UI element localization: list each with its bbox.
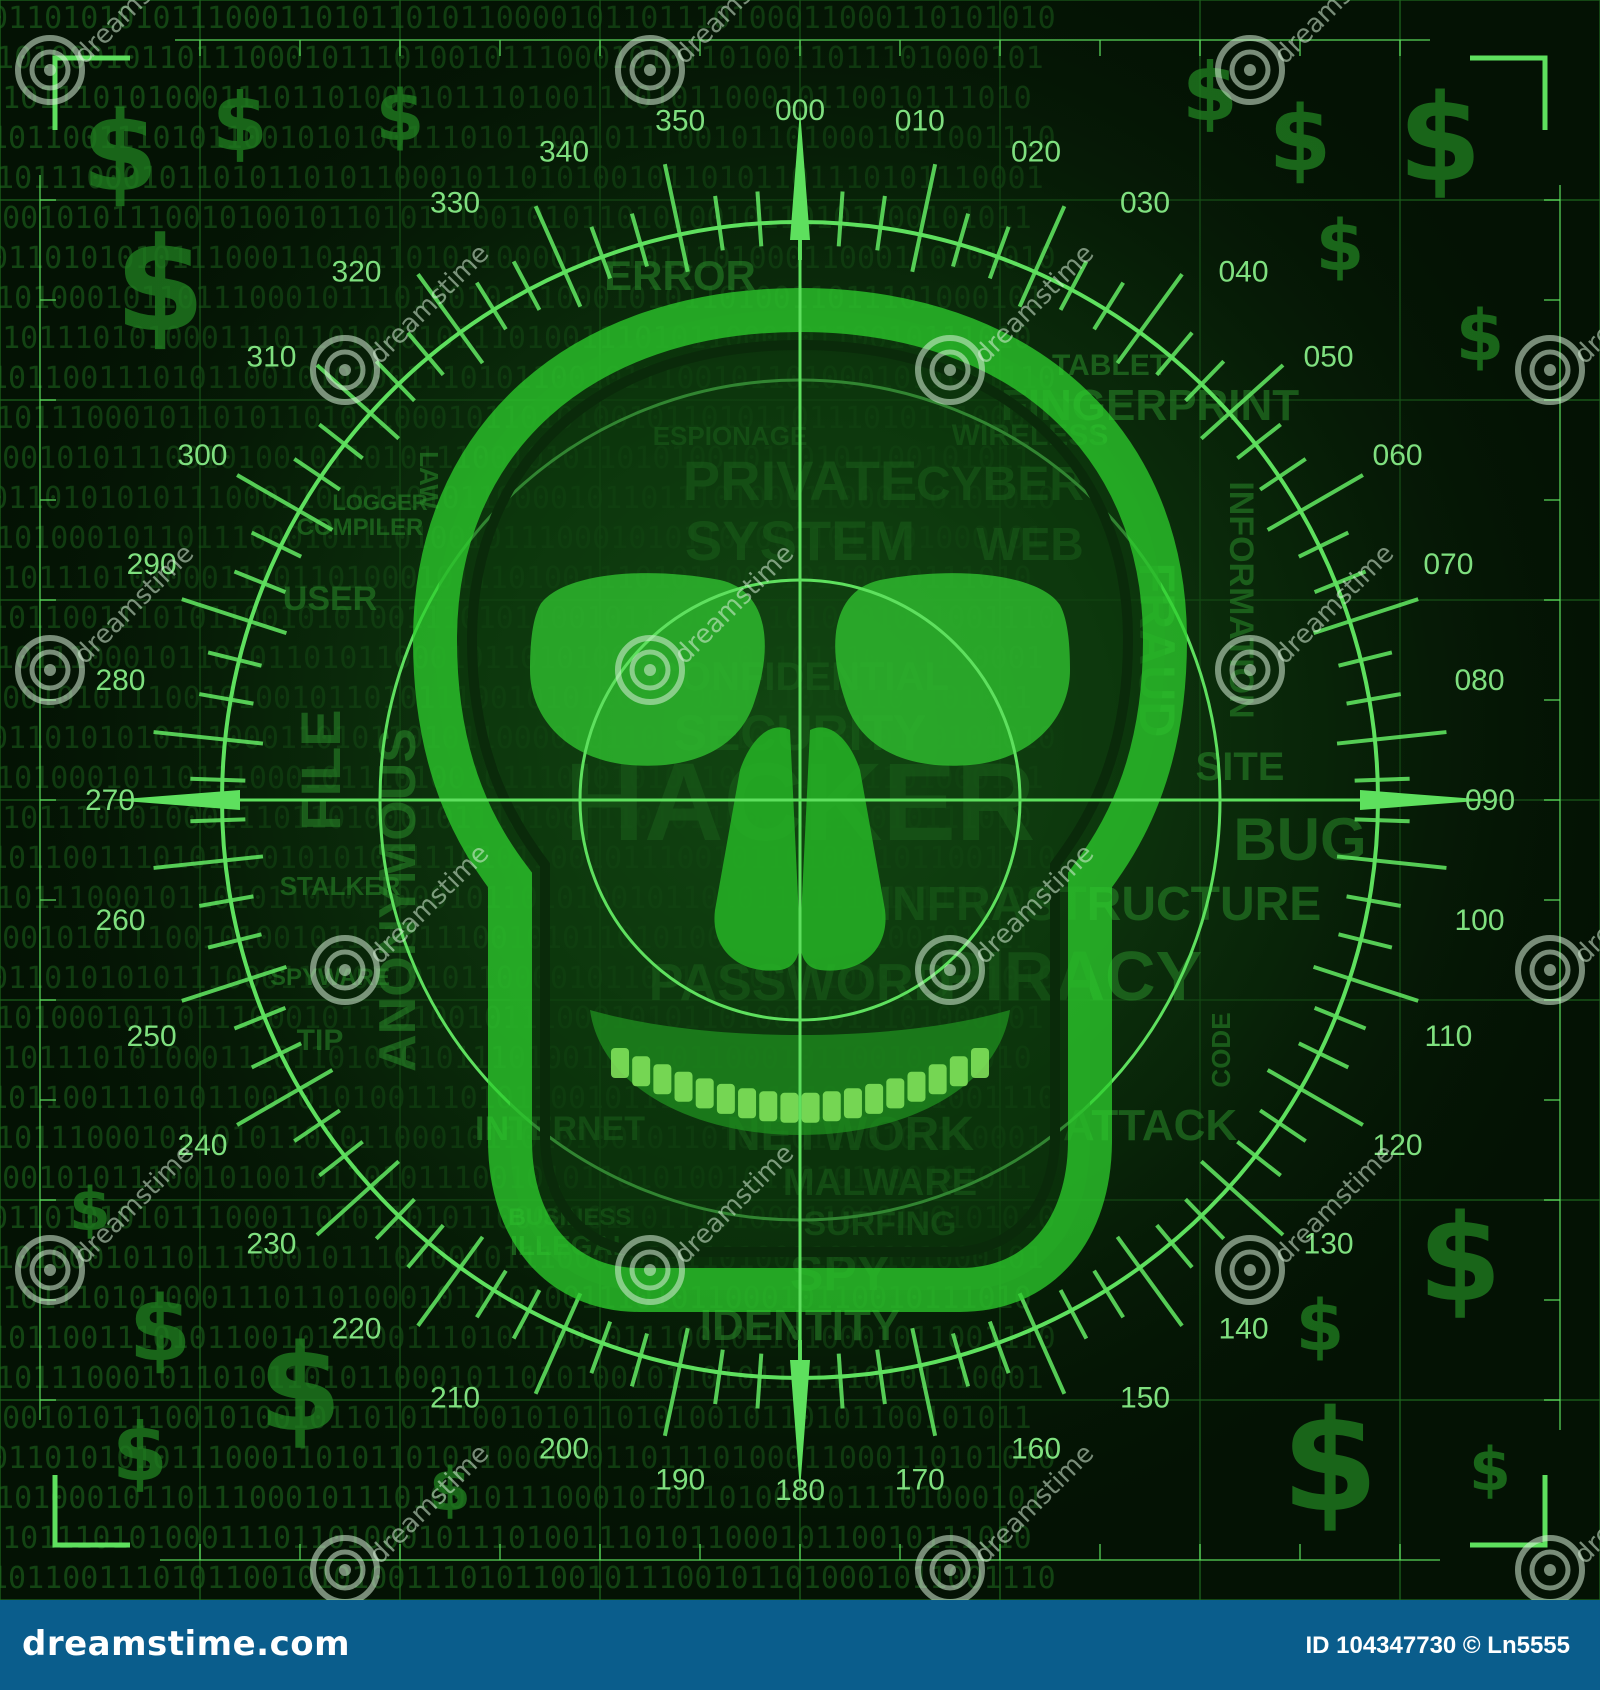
dollar-sign-icon: $: [376, 75, 425, 157]
radar-tick: [1354, 817, 1410, 824]
word-cloud-term: FILE: [289, 709, 352, 830]
bearing-label: 060: [1373, 439, 1423, 472]
skull-tooth: [822, 1091, 841, 1122]
image-id-credit: ID 104347730 © Ln5555: [1305, 1632, 1570, 1659]
radar-tick: [1354, 776, 1410, 783]
dollar-sign-icon: $: [112, 1406, 168, 1499]
radar-tick: [190, 817, 246, 824]
skull-tooth: [653, 1064, 672, 1095]
bearing-label: 040: [1218, 255, 1268, 288]
bearing-label: 010: [895, 104, 945, 137]
word-cloud-term: BUG: [1233, 806, 1366, 873]
bearing-label: 250: [127, 1020, 177, 1053]
bearing-label: 330: [430, 186, 480, 219]
dollar-sign-icon: $: [129, 1277, 192, 1382]
bearing-label: 200: [539, 1432, 589, 1465]
skull-tooth: [674, 1071, 693, 1102]
dollar-sign-icon: $: [1398, 70, 1482, 209]
footer-logo[interactable]: dreamstime.com: [22, 1624, 350, 1664]
bearing-label: 230: [246, 1228, 296, 1261]
bearing-label: 020: [1011, 136, 1061, 169]
bearing-label: 030: [1120, 186, 1170, 219]
skull-tooth: [801, 1092, 820, 1123]
skull-tooth: [865, 1083, 884, 1114]
skull-tooth: [949, 1056, 968, 1087]
bearing-label: 300: [177, 439, 227, 472]
bearing-label: 180: [775, 1474, 825, 1507]
bearing-label: 100: [1454, 904, 1504, 937]
dollar-sign-icon: $: [1456, 295, 1505, 377]
skull-tooth: [632, 1056, 651, 1087]
skull-tooth: [971, 1048, 989, 1078]
bearing-label: 310: [246, 340, 296, 373]
dollar-sign-icon: $: [1281, 1381, 1378, 1544]
dollar-sign-icon: $: [1296, 1285, 1345, 1367]
bearing-label: 350: [655, 104, 705, 137]
word-cloud-term: COMPILER: [297, 514, 424, 541]
bearing-label: 050: [1304, 340, 1354, 373]
bearing-label: 150: [1120, 1382, 1170, 1415]
word-cloud-term: SITE: [1196, 745, 1285, 789]
word-cloud-term: USER: [283, 580, 377, 618]
bearing-label: 210: [430, 1382, 480, 1415]
word-cloud-term: CODE: [1206, 1012, 1236, 1087]
dollar-sign-icon: $: [212, 76, 268, 169]
bearing-label: 220: [331, 1313, 381, 1346]
bearing-label: 070: [1423, 548, 1473, 581]
skull-tooth: [695, 1078, 714, 1109]
skull-tooth: [886, 1078, 905, 1109]
bearing-label: 280: [95, 664, 145, 697]
bearing-label: 170: [895, 1464, 945, 1497]
hacker-skull-radar-illustration: 0110101010111000110101101011000010110111…: [0, 0, 1600, 1600]
radar-artwork: 0110101010111000110101101011000010110111…: [0, 0, 1600, 1600]
footer-bar: dreamstime.com ID 104347730 © Ln5555: [0, 1600, 1600, 1690]
dollar-sign-icon: $: [82, 88, 159, 216]
dollar-sign-icon: $: [1269, 87, 1332, 192]
dollar-sign-icon: $: [258, 1320, 342, 1459]
bearing-label: 270: [85, 784, 135, 817]
dollar-sign-icon: $: [1316, 205, 1365, 287]
bearing-label: 140: [1218, 1313, 1268, 1346]
skull-tooth: [611, 1048, 629, 1078]
bearing-label: 320: [331, 255, 381, 288]
bearing-label: 080: [1454, 664, 1504, 697]
word-cloud-term: TIP: [297, 1024, 344, 1057]
skull-tooth: [738, 1088, 757, 1119]
word-cloud-term: LOGGER: [332, 490, 427, 515]
word-cloud-term: STALKER: [280, 871, 401, 901]
dollar-sign-icon: $: [1418, 1190, 1502, 1329]
bearing-label: 190: [655, 1464, 705, 1497]
skull-tooth: [716, 1083, 735, 1114]
skull-tooth: [843, 1088, 862, 1119]
skull-tooth: [759, 1091, 778, 1122]
skull-eye-right: [835, 573, 1070, 766]
bearing-label: 160: [1011, 1432, 1061, 1465]
bearing-label: 090: [1465, 784, 1515, 817]
bearing-label: 340: [539, 136, 589, 169]
bearing-label: 110: [1424, 1020, 1472, 1053]
bearing-label: 000: [775, 94, 825, 127]
dollar-sign-icon: $: [115, 209, 205, 361]
skull-tooth: [928, 1064, 947, 1095]
bearing-label: 260: [95, 904, 145, 937]
radar-tick: [190, 776, 246, 783]
word-cloud-term: ERROR: [604, 252, 756, 299]
skull-tooth: [907, 1071, 926, 1102]
dollar-sign-icon: $: [1469, 1435, 1511, 1505]
skull-tooth: [780, 1092, 799, 1123]
